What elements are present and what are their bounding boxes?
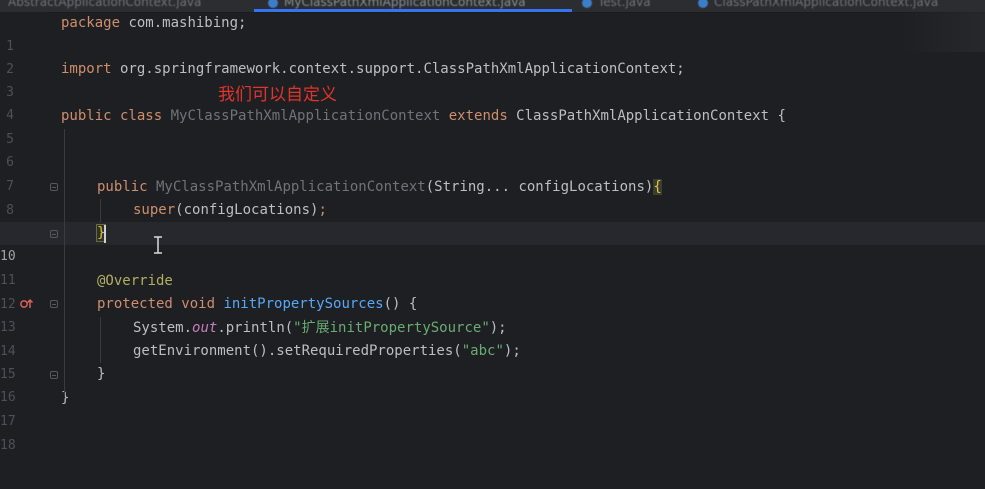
method-signature-rest: () { bbox=[383, 296, 418, 312]
fold-toggle-icon[interactable] bbox=[50, 371, 58, 379]
override-method-icon[interactable] bbox=[19, 298, 35, 310]
code-line-17[interactable]: 17 } bbox=[0, 387, 985, 429]
keyword: extends bbox=[440, 108, 508, 124]
indent-guide bbox=[64, 129, 65, 397]
annotation-note: 我们可以自定义 bbox=[218, 85, 337, 105]
system-ref: System. bbox=[133, 320, 193, 336]
package-name: com.mashibing; bbox=[120, 15, 247, 31]
code-line-16[interactable]: 16 } bbox=[0, 363, 985, 405]
code-line-8[interactable]: 8 public MyClassPathXmlApplicationContex… bbox=[0, 176, 985, 218]
code-line-3[interactable]: 3 import org.springframework.context.sup… bbox=[0, 58, 985, 100]
code-line-7[interactable]: 7 bbox=[0, 152, 985, 194]
code-line-13[interactable]: 13 protected void initPropertySources() … bbox=[0, 293, 985, 335]
keyword: import bbox=[61, 61, 112, 77]
closing-brace: } bbox=[61, 390, 70, 406]
string-literal: "扩展initPropertySource" bbox=[293, 320, 490, 336]
constructor-name: MyClassPathXmlApplicationContext bbox=[147, 179, 426, 195]
code-line-2[interactable]: 2 bbox=[0, 35, 985, 77]
statement-end: ); bbox=[503, 343, 521, 359]
keyword: super bbox=[133, 202, 176, 218]
code-line-6[interactable]: 6 bbox=[0, 128, 985, 170]
super-call-args: (configLocations) bbox=[175, 202, 319, 218]
tab-abstract-application-context[interactable]: AbstractApplicationContext.java bbox=[8, 0, 201, 11]
indent-guide bbox=[100, 199, 101, 222]
code-line-4[interactable]: 4 bbox=[0, 81, 985, 123]
java-class-icon bbox=[268, 0, 278, 8]
keyword: package bbox=[61, 15, 121, 31]
text-caret bbox=[104, 225, 106, 243]
code-line-1[interactable]: 1 package com.mashibing; bbox=[0, 12, 985, 54]
import-path: org.springframework.context.support.Clas… bbox=[111, 61, 685, 77]
fold-toggle-icon[interactable] bbox=[50, 230, 58, 238]
indent-guide bbox=[100, 317, 101, 363]
method-name: initPropertySources bbox=[215, 296, 384, 312]
code-line-5[interactable]: 5 public class MyClassPathXmlApplication… bbox=[0, 105, 985, 147]
tab-classpath-xml-application-context[interactable]: ClassPathXmlApplicationContext.java bbox=[698, 0, 938, 11]
environment-call: getEnvironment().setRequiredProperties( bbox=[133, 343, 462, 359]
tab-test[interactable]: Test.java bbox=[582, 0, 651, 11]
code-line-11[interactable]: 11 bbox=[0, 246, 985, 288]
superclass-name: ClassPathXmlApplicationContext { bbox=[507, 108, 786, 124]
code-line-12[interactable]: 12 @Override bbox=[0, 270, 985, 312]
code-line-14[interactable]: 14 System.out.println("扩展initPropertySou… bbox=[0, 317, 985, 359]
string-literal: "abc" bbox=[461, 343, 504, 359]
code-line-9[interactable]: 9 super(configLocations); bbox=[0, 199, 985, 241]
matched-brace: { bbox=[653, 179, 662, 195]
keyword: public class bbox=[61, 108, 163, 124]
keyword: protected void bbox=[97, 296, 216, 312]
keyword: public bbox=[97, 179, 148, 195]
statement-end: ); bbox=[489, 320, 507, 336]
closing-brace: } bbox=[97, 366, 106, 382]
constructor-params: (String... configLocations) bbox=[425, 179, 654, 195]
semicolon: ; bbox=[318, 202, 327, 218]
code-line-15[interactable]: 15 getEnvironment().setRequiredPropertie… bbox=[0, 340, 985, 382]
fold-toggle-icon[interactable] bbox=[50, 183, 58, 191]
fold-toggle-icon[interactable] bbox=[50, 300, 58, 308]
line-number: 18 bbox=[0, 438, 16, 453]
annotation: @Override bbox=[97, 273, 173, 289]
println-call: .println( bbox=[217, 320, 294, 336]
code-line-10[interactable]: 10 } bbox=[0, 222, 985, 264]
java-class-icon bbox=[582, 0, 592, 8]
class-name: MyClassPathXmlApplicationContext bbox=[162, 108, 441, 124]
java-class-icon bbox=[698, 0, 708, 8]
code-editor[interactable]: 1 package com.mashibing; 2 3 import org.… bbox=[0, 12, 985, 489]
static-field: out bbox=[192, 320, 218, 336]
mouse-ibeam-cursor-icon bbox=[153, 236, 163, 254]
code-line-18[interactable]: 18 bbox=[0, 411, 985, 453]
